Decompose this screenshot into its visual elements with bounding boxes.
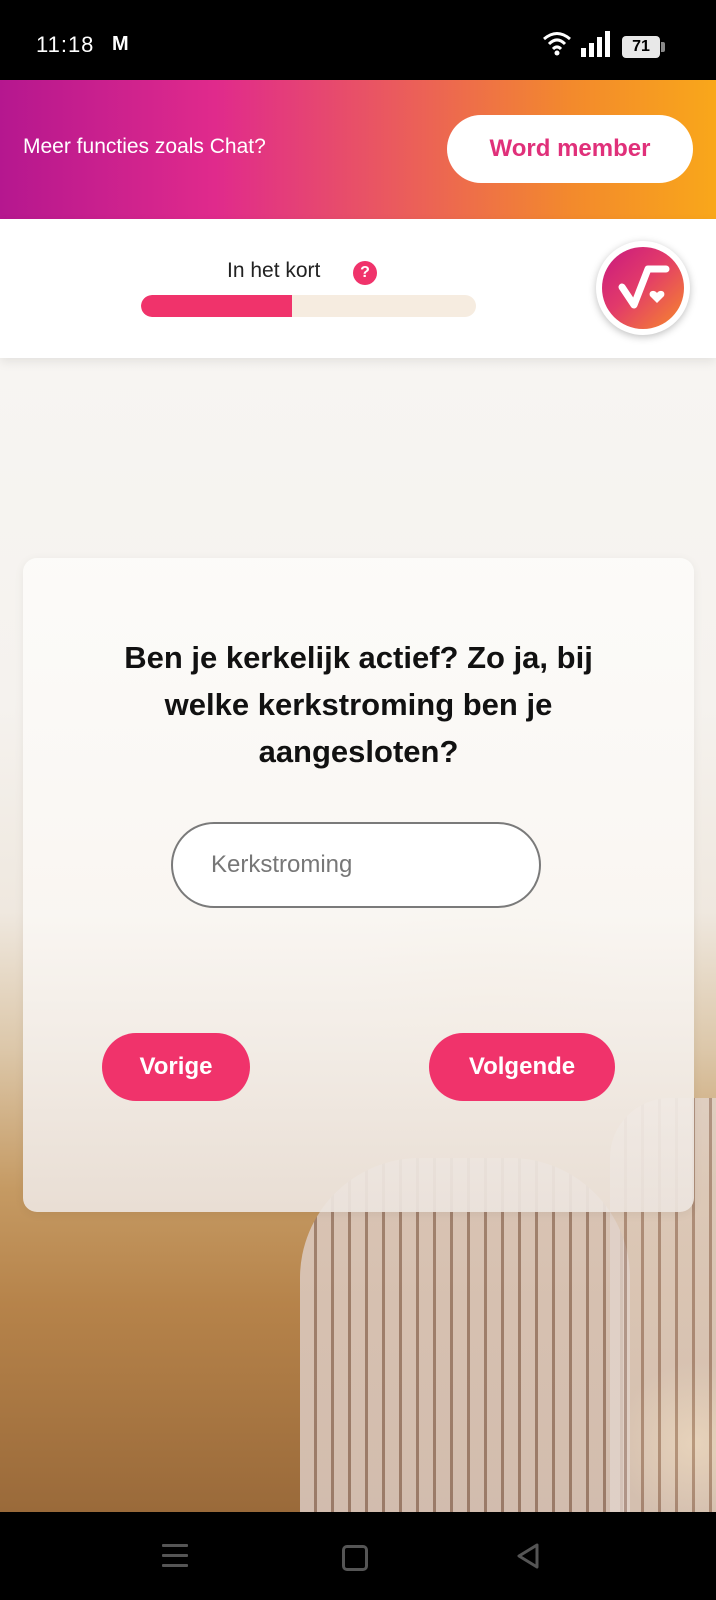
signal-icon <box>581 31 610 57</box>
person-silhouette <box>300 1158 630 1518</box>
recent-apps-icon[interactable] <box>162 1544 188 1574</box>
wifi-icon <box>543 32 571 56</box>
become-member-button[interactable]: Word member <box>447 115 693 183</box>
denomination-input[interactable] <box>171 822 541 908</box>
membership-promo-banner: Meer functies zoals Chat? Word member <box>0 80 716 219</box>
status-bar: 11:18 M 71 <box>0 0 716 80</box>
battery-icon: 71 <box>622 36 665 58</box>
next-button[interactable]: Volgende <box>429 1033 615 1101</box>
progress-bar <box>141 295 476 317</box>
promo-text: Meer functies zoals Chat? <box>23 135 266 158</box>
back-icon[interactable] <box>515 1542 541 1570</box>
previous-button[interactable]: Vorige <box>102 1033 250 1101</box>
home-icon[interactable] <box>342 1545 368 1571</box>
help-icon[interactable]: ? <box>353 261 377 285</box>
gmail-notification-icon: M <box>112 33 129 55</box>
system-nav-bar <box>0 1512 716 1600</box>
app-logo-button[interactable] <box>596 241 690 335</box>
progress-bar-fill <box>141 295 292 317</box>
question-card: Ben je kerkelijk actief? Zo ja, bij welk… <box>23 558 694 1212</box>
app-logo-icon <box>602 247 684 329</box>
progress-section-label: In het kort <box>227 259 321 282</box>
progress-header: In het kort ? <box>0 219 716 358</box>
question-title: Ben je kerkelijk actief? Zo ja, bij welk… <box>124 640 593 769</box>
status-time: 11:18 <box>36 32 95 57</box>
